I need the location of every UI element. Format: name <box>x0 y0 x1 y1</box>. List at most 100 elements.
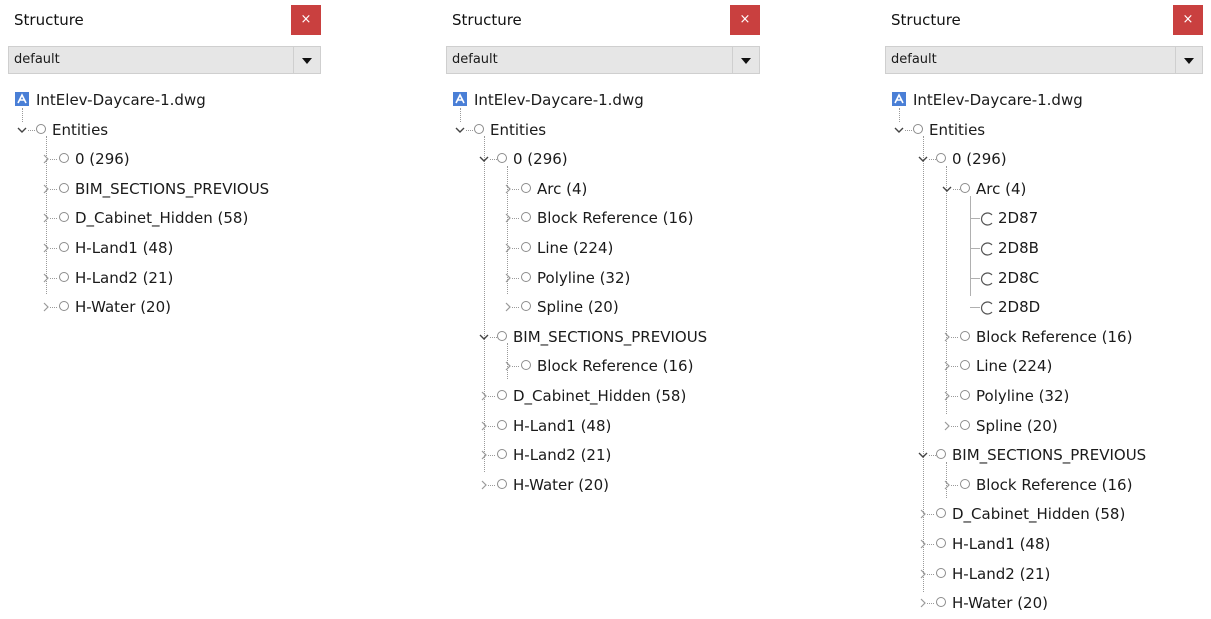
tree-node-label: Entities <box>52 120 109 139</box>
chevron-down-icon[interactable] <box>732 47 759 73</box>
node-circle-icon <box>960 419 970 430</box>
layer-filter-select[interactable]: default <box>8 46 321 74</box>
chevron-down-icon[interactable] <box>478 330 490 344</box>
structure-panel-layers-expanded: Structure × default IntElev-Daycare-1.dw… <box>446 0 760 613</box>
tree-node-layer[interactable]: H-Water (20) <box>885 589 1203 619</box>
arc-icon <box>980 241 994 256</box>
chevron-down-icon[interactable] <box>16 123 28 137</box>
tree-node-label: H-Land1 (48) <box>952 535 1051 553</box>
layer-filter-select[interactable]: default <box>446 46 760 74</box>
tree-node-layer[interactable]: BIM_SECTIONS_PREVIOUS <box>8 175 321 205</box>
tree-node-entity-type[interactable]: Line (224) <box>885 352 1203 382</box>
tree-node-entity-type[interactable]: Spline (20) <box>446 293 760 323</box>
tree-node-label: Line (224) <box>976 357 1053 376</box>
tree-node-entity-type[interactable]: Polyline (32) <box>446 264 760 294</box>
tree-node-layer[interactable]: 0 (296) <box>446 145 760 175</box>
layer-filter-select[interactable]: default <box>885 46 1203 74</box>
tree-node-layer[interactable]: BIM_SECTIONS_PREVIOUS <box>885 441 1203 471</box>
node-circle-icon <box>497 390 507 400</box>
tree-node-entity-type[interactable]: Arc (4) <box>885 175 1203 205</box>
tree-node-label: BIM_SECTIONS_PREVIOUS <box>513 327 708 346</box>
tree-node-layer[interactable]: H-Land1 (48) <box>885 530 1203 560</box>
tree-node-label: Block Reference (16) <box>537 357 694 376</box>
layer-filter-value: default <box>452 52 498 67</box>
close-button[interactable]: × <box>291 5 321 35</box>
chevron-down-icon[interactable] <box>893 123 905 137</box>
tree-node-entity-type[interactable]: Arc (4) <box>446 175 760 205</box>
tree-node-label: 0 (296) <box>75 150 130 169</box>
close-button[interactable]: × <box>730 5 760 35</box>
file-name: IntElev-Daycare-1.dwg <box>913 91 1083 109</box>
node-circle-icon <box>497 153 507 164</box>
node-circle-icon <box>936 538 946 548</box>
layer-filter-value: default <box>891 52 937 67</box>
tree-node-entity-type[interactable]: Block Reference (16) <box>446 204 760 234</box>
tree-node-label: H-Water (20) <box>952 594 1048 613</box>
tree-node-label: H-Land2 (21) <box>952 564 1051 583</box>
chevron-down-icon[interactable] <box>917 152 929 166</box>
chevron-down-icon[interactable] <box>1175 47 1202 73</box>
tree-node-label: Entities <box>929 120 986 139</box>
panel-title: Structure <box>14 11 84 29</box>
tree-node-entity-type[interactable]: Block Reference (16) <box>885 471 1203 501</box>
tree-node-layer[interactable]: H-Land1 (48) <box>8 234 321 264</box>
tree-node-label: D_Cabinet_Hidden (58) <box>75 209 249 228</box>
tree-node-entity-type[interactable]: Block Reference (16) <box>885 323 1203 353</box>
tree-node-arc-entity[interactable]: 2D87 <box>885 204 1203 234</box>
tree-node-file[interactable]: IntElev-Daycare-1.dwg <box>446 86 760 116</box>
tree-node-layer[interactable]: H-Land1 (48) <box>446 412 760 442</box>
layer-filter-value: default <box>14 52 60 67</box>
chevron-down-icon[interactable] <box>478 152 490 166</box>
tree-node-layer[interactable]: D_Cabinet_Hidden (58) <box>8 204 321 234</box>
tree-node-layer[interactable]: H-Land2 (21) <box>8 264 321 294</box>
node-circle-icon <box>521 182 531 193</box>
chevron-down-icon[interactable] <box>454 123 466 137</box>
close-button[interactable]: × <box>1173 5 1203 35</box>
dwg-file-icon <box>14 91 30 107</box>
tree-node-arc-entity[interactable]: 2D8C <box>885 264 1203 294</box>
tree-node-entities[interactable]: Entities <box>446 116 760 146</box>
chevron-down-icon[interactable] <box>941 182 953 196</box>
tree-node-arc-entity[interactable]: 2D8D <box>885 293 1203 323</box>
tree-node-entity-type[interactable]: Line (224) <box>446 234 760 264</box>
tree-node-label: BIM_SECTIONS_PREVIOUS <box>952 446 1147 465</box>
tree-node-file[interactable]: IntElev-Daycare-1.dwg <box>8 86 321 116</box>
tree-node-layer[interactable]: D_Cabinet_Hidden (58) <box>885 500 1203 530</box>
tree-node-layer[interactable]: BIM_SECTIONS_PREVIOUS <box>446 323 760 353</box>
chevron-down-icon[interactable] <box>293 47 320 73</box>
tree-node-layer[interactable]: H-Land2 (21) <box>885 560 1203 590</box>
tree-node-label: Polyline (32) <box>537 268 631 287</box>
tree-node-layer[interactable]: H-Water (20) <box>8 293 321 323</box>
tree-node-layer[interactable]: H-Water (20) <box>446 471 760 501</box>
file-name: IntElev-Daycare-1.dwg <box>474 91 644 109</box>
panel-title: Structure <box>891 11 961 29</box>
node-circle-icon <box>497 330 507 341</box>
tree-node-layer[interactable]: 0 (296) <box>885 145 1203 175</box>
node-circle-icon <box>521 212 531 223</box>
tree-node-file[interactable]: IntElev-Daycare-1.dwg <box>885 86 1203 116</box>
node-circle-icon <box>497 449 507 460</box>
structure-panel-arc-expanded: Structure × default IntElev-Daycare-1.dw… <box>885 0 1203 613</box>
arc-icon <box>980 271 994 286</box>
node-circle-icon <box>521 360 531 371</box>
node-circle-icon <box>59 301 69 312</box>
tree-node-label: Block Reference (16) <box>537 209 694 228</box>
tree-node-arc-entity[interactable]: 2D8B <box>885 234 1203 264</box>
panel-title: Structure <box>452 11 522 29</box>
tree-node-label: H-Land2 (21) <box>513 446 612 465</box>
tree-node-label: Arc (4) <box>976 179 1027 198</box>
tree-node-label: 2D87 <box>998 209 1039 228</box>
tree-node-entities[interactable]: Entities <box>8 116 321 146</box>
tree-node-label: 2D8C <box>998 268 1040 287</box>
tree-node-layer[interactable]: 0 (296) <box>8 145 321 175</box>
node-circle-icon <box>960 478 970 489</box>
tree-node-entities[interactable]: Entities <box>885 116 1203 146</box>
tree-node-layer[interactable]: H-Land2 (21) <box>446 441 760 471</box>
tree-node-entity-type[interactable]: Polyline (32) <box>885 382 1203 412</box>
tree-node-entity-type[interactable]: Block Reference (16) <box>446 352 760 382</box>
tree-node-entity-type[interactable]: Spline (20) <box>885 412 1203 442</box>
tree-node-label: Line (224) <box>537 239 614 257</box>
chevron-down-icon[interactable] <box>917 448 929 462</box>
tree-node-layer[interactable]: D_Cabinet_Hidden (58) <box>446 382 760 412</box>
node-circle-icon <box>960 330 970 341</box>
